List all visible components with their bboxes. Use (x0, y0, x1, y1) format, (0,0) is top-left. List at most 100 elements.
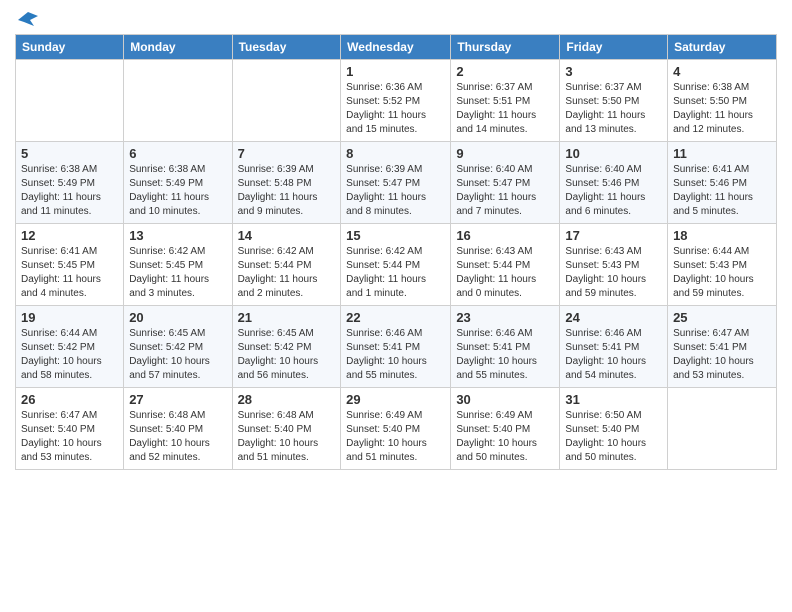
day-info-text: Sunset: 5:50 PM (673, 95, 771, 109)
day-info-text: Sunrise: 6:37 AM (456, 81, 554, 95)
calendar-cell: 28Sunrise: 6:48 AMSunset: 5:40 PMDayligh… (232, 388, 341, 470)
calendar-cell: 9Sunrise: 6:40 AMSunset: 5:47 PMDaylight… (451, 142, 560, 224)
weekday-header-tuesday: Tuesday (232, 35, 341, 60)
day-info-text: Daylight: 11 hours and 0 minutes. (456, 273, 554, 301)
calendar-cell: 20Sunrise: 6:45 AMSunset: 5:42 PMDayligh… (124, 306, 232, 388)
weekday-header-thursday: Thursday (451, 35, 560, 60)
calendar-table: SundayMondayTuesdayWednesdayThursdayFrid… (15, 34, 777, 470)
calendar-cell (668, 388, 777, 470)
day-info-text: Daylight: 11 hours and 2 minutes. (238, 273, 336, 301)
day-info-text: Sunrise: 6:42 AM (346, 245, 445, 259)
day-info-text: Sunrise: 6:39 AM (346, 163, 445, 177)
weekday-header-wednesday: Wednesday (341, 35, 451, 60)
day-number: 10 (565, 146, 662, 161)
day-number: 1 (346, 64, 445, 79)
calendar-cell: 7Sunrise: 6:39 AMSunset: 5:48 PMDaylight… (232, 142, 341, 224)
day-info-text: Sunset: 5:40 PM (129, 423, 226, 437)
day-number: 6 (129, 146, 226, 161)
day-info-text: Daylight: 11 hours and 9 minutes. (238, 191, 336, 219)
calendar-cell: 13Sunrise: 6:42 AMSunset: 5:45 PMDayligh… (124, 224, 232, 306)
day-info-text: Sunrise: 6:46 AM (565, 327, 662, 341)
calendar-cell: 4Sunrise: 6:38 AMSunset: 5:50 PMDaylight… (668, 60, 777, 142)
day-info-text: Daylight: 11 hours and 12 minutes. (673, 109, 771, 137)
calendar-cell (16, 60, 124, 142)
day-number: 3 (565, 64, 662, 79)
calendar-cell: 18Sunrise: 6:44 AMSunset: 5:43 PMDayligh… (668, 224, 777, 306)
day-info-text: Daylight: 10 hours and 58 minutes. (21, 355, 118, 383)
calendar-cell: 8Sunrise: 6:39 AMSunset: 5:47 PMDaylight… (341, 142, 451, 224)
day-info-text: Sunset: 5:47 PM (456, 177, 554, 191)
day-info-text: Sunrise: 6:49 AM (456, 409, 554, 423)
day-info-text: Sunset: 5:41 PM (673, 341, 771, 355)
day-number: 26 (21, 392, 118, 407)
day-info-text: Sunrise: 6:41 AM (673, 163, 771, 177)
day-info-text: Sunset: 5:40 PM (456, 423, 554, 437)
weekday-header-saturday: Saturday (668, 35, 777, 60)
calendar-cell: 5Sunrise: 6:38 AMSunset: 5:49 PMDaylight… (16, 142, 124, 224)
calendar-cell: 17Sunrise: 6:43 AMSunset: 5:43 PMDayligh… (560, 224, 668, 306)
day-info-text: Sunset: 5:48 PM (238, 177, 336, 191)
day-info-text: Daylight: 11 hours and 10 minutes. (129, 191, 226, 219)
day-info-text: Sunrise: 6:41 AM (21, 245, 118, 259)
day-info-text: Sunset: 5:42 PM (21, 341, 118, 355)
day-info-text: Daylight: 10 hours and 57 minutes. (129, 355, 226, 383)
calendar-cell: 29Sunrise: 6:49 AMSunset: 5:40 PMDayligh… (341, 388, 451, 470)
calendar-cell: 3Sunrise: 6:37 AMSunset: 5:50 PMDaylight… (560, 60, 668, 142)
day-number: 23 (456, 310, 554, 325)
calendar-header: SundayMondayTuesdayWednesdayThursdayFrid… (16, 35, 777, 60)
day-info-text: Sunset: 5:49 PM (129, 177, 226, 191)
day-info-text: Sunrise: 6:47 AM (21, 409, 118, 423)
day-number: 5 (21, 146, 118, 161)
day-info-text: Sunset: 5:40 PM (21, 423, 118, 437)
day-number: 14 (238, 228, 336, 243)
day-info-text: Sunrise: 6:46 AM (346, 327, 445, 341)
day-number: 20 (129, 310, 226, 325)
day-info-text: Sunrise: 6:42 AM (238, 245, 336, 259)
day-number: 24 (565, 310, 662, 325)
day-info-text: Sunset: 5:44 PM (456, 259, 554, 273)
day-info-text: Sunrise: 6:45 AM (238, 327, 336, 341)
calendar-cell: 26 Sunrise: 6:47 AMSunset: 5:40 PMDayligh… (16, 388, 124, 470)
day-info-text: Sunset: 5:40 PM (238, 423, 336, 437)
calendar-cell: 12Sunrise: 6:41 AMSunset: 5:45 PMDayligh… (16, 224, 124, 306)
day-info-text: Daylight: 11 hours and 3 minutes. (129, 273, 226, 301)
day-number: 11 (673, 146, 771, 161)
day-number: 22 (346, 310, 445, 325)
day-info-text: Daylight: 11 hours and 5 minutes. (673, 191, 771, 219)
calendar-week-row: 19Sunrise: 6:44 AMSunset: 5:42 PMDayligh… (16, 306, 777, 388)
day-info-text: Sunset: 5:47 PM (346, 177, 445, 191)
day-info-text: Daylight: 10 hours and 59 minutes. (565, 273, 662, 301)
day-number: 29 (346, 392, 445, 407)
day-info-text: Sunset: 5:50 PM (565, 95, 662, 109)
day-info-text: Daylight: 10 hours and 51 minutes. (238, 437, 336, 465)
calendar-body: 1Sunrise: 6:36 AMSunset: 5:52 PMDaylight… (16, 60, 777, 470)
day-info-text: Daylight: 10 hours and 53 minutes. (21, 437, 118, 465)
day-info-text: Sunrise: 6:44 AM (21, 327, 118, 341)
day-info-text: Sunrise: 6:37 AM (565, 81, 662, 95)
day-info-text: Daylight: 11 hours and 15 minutes. (346, 109, 445, 137)
day-info-text: Sunset: 5:41 PM (346, 341, 445, 355)
day-info-text: Sunrise: 6:48 AM (238, 409, 336, 423)
day-info-text: Daylight: 11 hours and 8 minutes. (346, 191, 445, 219)
day-info-text: Sunrise: 6:50 AM (565, 409, 662, 423)
day-number: 27 (129, 392, 226, 407)
day-info-text: Sunset: 5:46 PM (565, 177, 662, 191)
day-info-text: Sunset: 5:44 PM (238, 259, 336, 273)
day-info-text: Daylight: 10 hours and 50 minutes. (456, 437, 554, 465)
day-info-text: Sunrise: 6:43 AM (565, 245, 662, 259)
day-number: 7 (238, 146, 336, 161)
weekday-header-sunday: Sunday (16, 35, 124, 60)
day-info-text: Sunset: 5:42 PM (129, 341, 226, 355)
day-info-text: Sunset: 5:41 PM (565, 341, 662, 355)
calendar-cell: 16Sunrise: 6:43 AMSunset: 5:44 PMDayligh… (451, 224, 560, 306)
day-info-text: Sunrise: 6:48 AM (129, 409, 226, 423)
day-info-text: Sunrise: 6:42 AM (129, 245, 226, 259)
calendar-week-row: 5Sunrise: 6:38 AMSunset: 5:49 PMDaylight… (16, 142, 777, 224)
day-info-text: Sunrise: 6:47 AM (673, 327, 771, 341)
day-info-text: Daylight: 10 hours and 56 minutes. (238, 355, 336, 383)
calendar-cell: 31Sunrise: 6:50 AMSunset: 5:40 PMDayligh… (560, 388, 668, 470)
day-info-text: Sunset: 5:45 PM (129, 259, 226, 273)
day-number: 9 (456, 146, 554, 161)
day-info-text: Daylight: 11 hours and 14 minutes. (456, 109, 554, 137)
day-info-text: Daylight: 10 hours and 52 minutes. (129, 437, 226, 465)
